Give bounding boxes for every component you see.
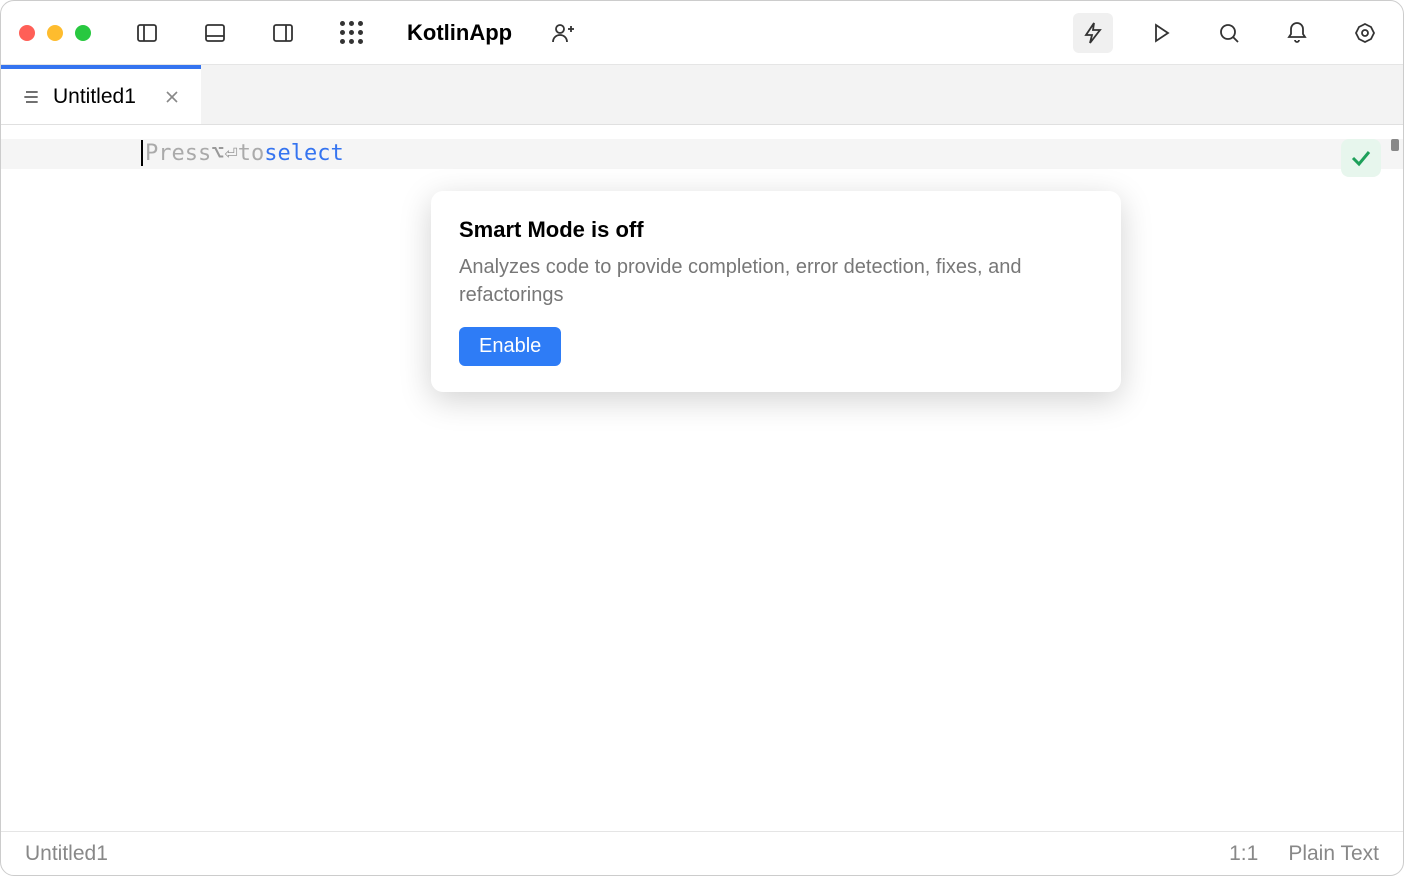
popup-description: Analyzes code to provide completion, err…	[459, 253, 1093, 309]
smart-mode-button[interactable]	[1073, 13, 1113, 53]
text-caret	[141, 140, 143, 166]
left-panel-toggle[interactable]	[127, 13, 167, 53]
settings-button[interactable]	[1345, 13, 1385, 53]
search-icon	[1217, 21, 1241, 45]
hint-shortcut: ⌥⏎	[211, 139, 238, 169]
enable-button[interactable]: Enable	[459, 327, 561, 366]
right-toolbar	[1073, 13, 1385, 53]
close-icon	[165, 90, 179, 104]
tab-close-button[interactable]	[163, 88, 181, 106]
gear-icon	[1353, 21, 1377, 45]
bell-icon	[1285, 21, 1309, 45]
panel-bottom-icon	[203, 21, 227, 45]
run-button[interactable]	[1141, 13, 1181, 53]
user-plus-icon	[550, 21, 574, 45]
status-file[interactable]: Untitled1	[25, 842, 108, 866]
status-filetype[interactable]: Plain Text	[1288, 842, 1379, 866]
hint-to: to	[238, 139, 265, 169]
maximize-window-button[interactable]	[75, 25, 91, 41]
right-panel-toggle[interactable]	[263, 13, 303, 53]
check-icon	[1349, 146, 1373, 170]
minimize-window-button[interactable]	[47, 25, 63, 41]
app-window: KotlinApp Unti	[0, 0, 1404, 876]
lightning-icon	[1081, 21, 1105, 45]
left-panel-toggles	[127, 13, 371, 53]
line-gutter: 1	[1, 125, 141, 831]
bottom-panel-toggle[interactable]	[195, 13, 235, 53]
play-icon	[1149, 21, 1173, 45]
notifications-button[interactable]	[1277, 13, 1317, 53]
code-line[interactable]: Press ⌥⏎ to select	[141, 139, 1403, 169]
list-icon	[21, 87, 41, 107]
search-button[interactable]	[1209, 13, 1249, 53]
editor-area[interactable]: 1 Press ⌥⏎ to select Smart Mode is off A…	[1, 125, 1403, 831]
popup-title: Smart Mode is off	[459, 217, 1093, 243]
editor-tabbar: Untitled1	[1, 65, 1403, 125]
hint-press: Press	[145, 139, 211, 169]
editor-tab[interactable]: Untitled1	[1, 65, 201, 124]
gutter-line-highlight	[1, 139, 141, 169]
status-position[interactable]: 1:1	[1229, 842, 1258, 866]
window-controls	[19, 25, 91, 41]
tab-title: Untitled1	[53, 85, 136, 109]
panel-right-icon	[271, 21, 295, 45]
apps-grid-button[interactable]	[331, 13, 371, 53]
inspection-badge[interactable]	[1341, 139, 1381, 177]
titlebar: KotlinApp	[1, 1, 1403, 65]
close-window-button[interactable]	[19, 25, 35, 41]
project-name[interactable]: KotlinApp	[407, 20, 512, 46]
panel-left-icon	[135, 21, 159, 45]
smart-mode-popup: Smart Mode is off Analyzes code to provi…	[431, 191, 1121, 392]
add-collaborator-button[interactable]	[542, 13, 582, 53]
grid-icon	[340, 21, 363, 44]
status-bar: Untitled1 1:1 Plain Text	[1, 831, 1403, 875]
hint-action: select	[264, 139, 343, 169]
